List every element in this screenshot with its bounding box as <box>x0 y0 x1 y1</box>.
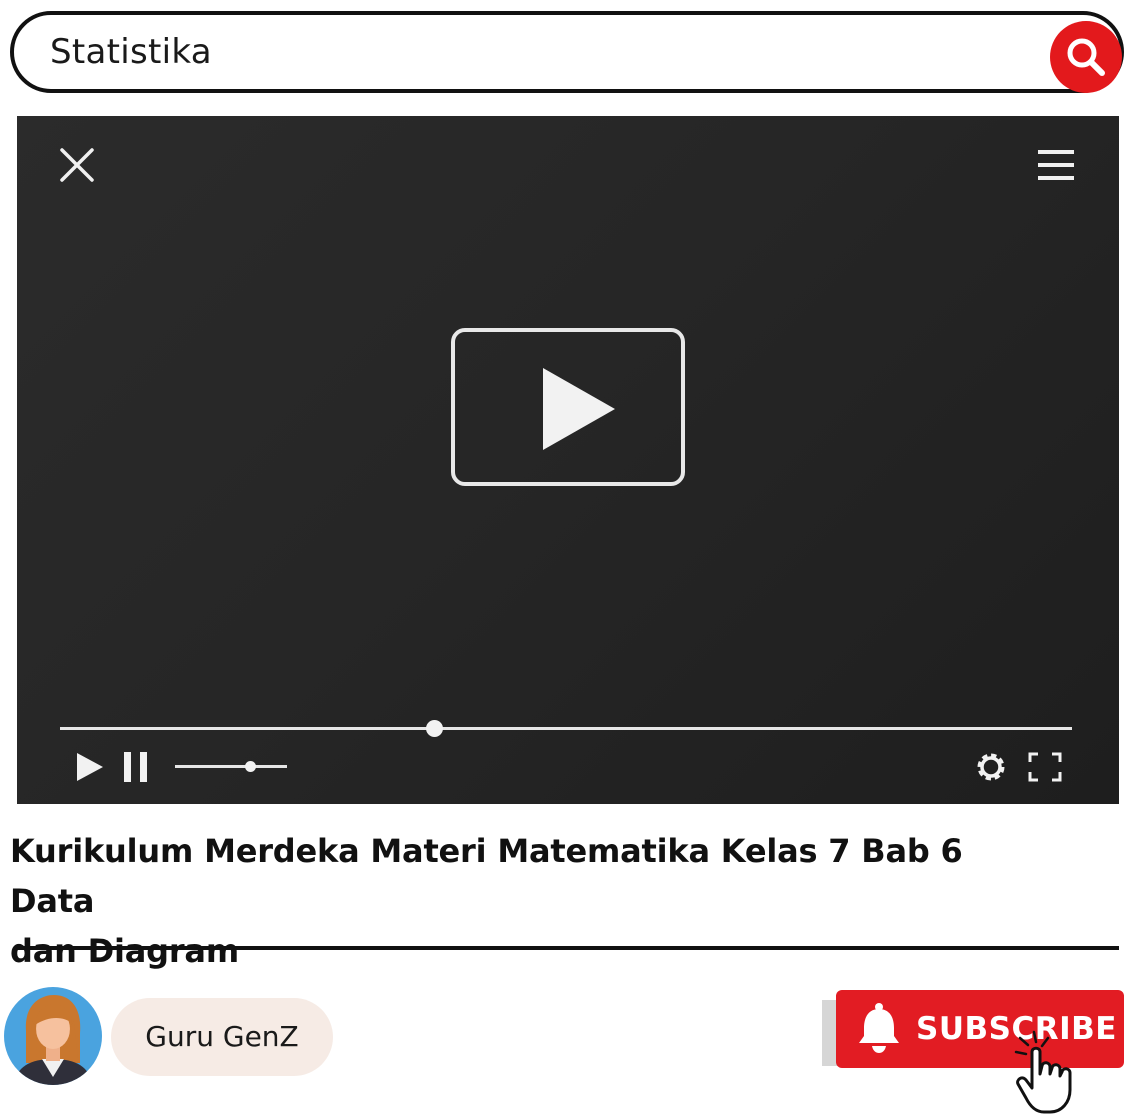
video-page: Statistika Kurikulum Merdeka Materi Mate… <box>0 0 1126 1115</box>
fullscreen-icon[interactable] <box>1028 752 1062 782</box>
search-icon <box>1067 38 1105 76</box>
hand-cursor-icon <box>1014 1030 1072 1114</box>
channel-name: Guru GenZ <box>145 1020 299 1053</box>
video-title: Kurikulum Merdeka Materi Matematika Kela… <box>10 826 1010 976</box>
search-button[interactable] <box>1050 21 1122 93</box>
video-title-line-2: dan Diagram <box>10 932 239 970</box>
channel-name-pill[interactable]: Guru GenZ <box>111 998 333 1076</box>
video-title-line-1: Kurikulum Merdeka Materi Matematika Kela… <box>10 832 963 920</box>
play-button[interactable] <box>75 752 105 782</box>
volume-slider[interactable] <box>175 761 287 772</box>
divider <box>15 946 1119 950</box>
progress-bar[interactable] <box>60 720 1072 737</box>
progress-knob[interactable] <box>426 720 444 737</box>
close-icon[interactable] <box>59 147 95 183</box>
avatar[interactable] <box>4 987 102 1085</box>
search-input[interactable]: Statistika <box>50 15 212 89</box>
search-bar: Statistika <box>10 11 1124 93</box>
volume-knob[interactable] <box>245 761 257 772</box>
pause-button[interactable] <box>123 752 149 782</box>
bell-icon <box>859 1003 899 1053</box>
menu-icon[interactable] <box>1037 148 1075 182</box>
video-player[interactable] <box>17 116 1119 804</box>
gear-icon[interactable] <box>974 750 1008 784</box>
play-icon <box>543 368 615 450</box>
big-play-button[interactable] <box>451 328 685 486</box>
